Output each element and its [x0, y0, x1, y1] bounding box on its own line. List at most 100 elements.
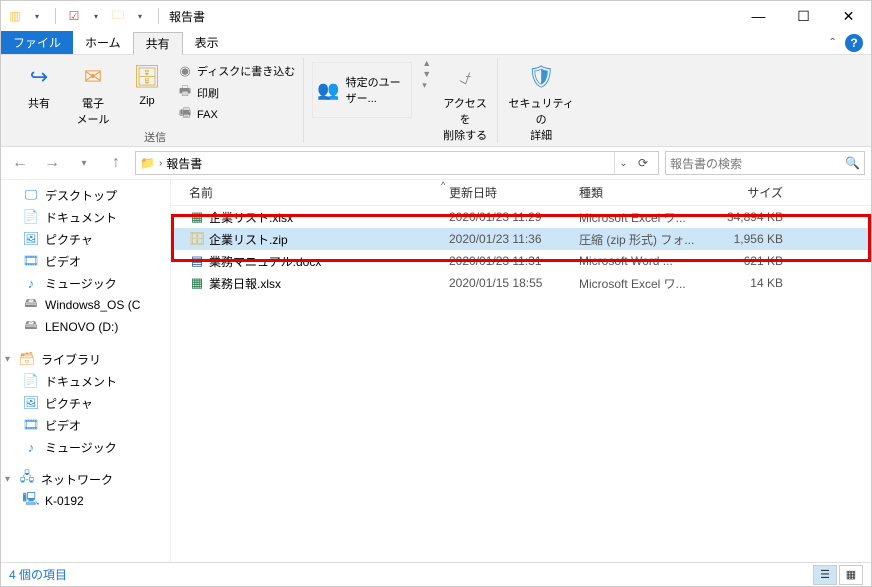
library-icon: 🗃 [19, 351, 35, 367]
file-row[interactable]: ▦業務日報.xlsx2020/01/15 18:55Microsoft Exce… [171, 272, 871, 294]
music-icon: ♪ [23, 439, 39, 455]
maximize-button[interactable]: ☐ [781, 2, 826, 31]
address-folder-icon: 📁 [140, 156, 155, 170]
email-button[interactable]: ✉ 電子 メール [69, 58, 117, 127]
shield-icon: 🛡 [525, 61, 557, 93]
write-disc-button[interactable]: ◉ ディスクに書き込む [177, 60, 295, 82]
nav-pictures[interactable]: 🖼ピクチャ [1, 228, 170, 250]
tab-view[interactable]: 表示 [183, 31, 231, 54]
fax-label: FAX [197, 109, 218, 121]
documents-icon: 📄 [23, 209, 39, 225]
close-button[interactable]: ✕ [826, 2, 871, 31]
back-button[interactable]: ← [7, 150, 33, 176]
nav-os-drive[interactable]: 🖴Windows8_OS (C [1, 294, 170, 316]
qat-checkbox-icon[interactable]: ☑ [66, 8, 82, 24]
users-icon: 👥 [317, 80, 339, 101]
file-name: 企業リスト.zip [209, 231, 288, 248]
scroll-down-icon[interactable]: ▼ [422, 69, 431, 79]
file-row[interactable]: ▤業務マニュアル.docx2020/01/23 11:31Microsoft W… [171, 250, 871, 272]
help-button[interactable]: ? [845, 34, 863, 52]
menu-bar: ファイル ホーム 共有 表示 ˆ ? [1, 31, 871, 55]
nav-lib-music[interactable]: ♪ミュージック [1, 436, 170, 458]
pictures-icon: 🖼 [23, 395, 39, 411]
nav-library[interactable]: 🗃ライブラリ [1, 348, 170, 370]
window-title: 報告書 [169, 8, 205, 25]
view-details-button[interactable]: ☰ [813, 565, 837, 585]
file-date: 2020/01/23 11:31 [441, 254, 571, 268]
file-list[interactable]: 名前 ^ 更新日時 種類 サイズ ▦企業リスト.xlsx2020/01/23 1… [171, 180, 871, 562]
specific-users-button[interactable]: 👥 特定のユーザー... [312, 62, 412, 118]
status-count: 4 個の項目 [9, 566, 67, 583]
address-bar: ← → ▾ ↑ 📁 › 報告書 ⌄ ⟳ 報告書の検索 🔍 [1, 147, 871, 179]
xls-file-icon: ▦ [189, 209, 205, 225]
desktop-icon: 🖵 [23, 187, 39, 203]
specific-users-label: 特定のユーザー... [346, 74, 408, 106]
nav-videos[interactable]: 🎞ビデオ [1, 250, 170, 272]
address-dropdown-icon[interactable]: ⌄ [614, 152, 632, 174]
tab-file[interactable]: ファイル [1, 31, 73, 54]
file-row[interactable]: 🗄企業リスト.zip2020/01/23 11:36圧縮 (zip 形式) フォ… [171, 228, 871, 250]
file-type: 圧縮 (zip 形式) フォ... [571, 231, 711, 248]
remove-access-button[interactable]: ⍻ アクセスを 削除する [441, 58, 489, 143]
file-date: 2020/01/23 11:36 [441, 232, 571, 246]
music-icon: ♪ [23, 275, 39, 291]
disc-icon: ◉ [177, 63, 193, 79]
chevron-right-icon[interactable]: › [159, 158, 162, 169]
nav-lenovo-drive[interactable]: 🖴LENOVO (D:) [1, 316, 170, 338]
file-date: 2020/01/15 18:55 [441, 276, 571, 290]
security-details-button[interactable]: 🛡 セキュリティの 詳細 [506, 58, 576, 143]
up-button[interactable]: ↑ [103, 150, 129, 176]
file-name: 業務日報.xlsx [209, 275, 281, 292]
file-size: 621 KB [711, 254, 791, 268]
fax-icon: 🖷 [177, 107, 193, 123]
nav-music[interactable]: ♪ミュージック [1, 272, 170, 294]
scroll-more-icon[interactable]: ▾ [422, 80, 431, 91]
col-date-header[interactable]: 更新日時 [441, 184, 571, 201]
fax-button[interactable]: 🖷 FAX [177, 104, 295, 126]
navigation-pane[interactable]: 🖵デスクトップ 📄ドキュメント 🖼ピクチャ 🎞ビデオ ♪ミュージック 🖴Wind… [1, 180, 171, 562]
nav-lib-pictures[interactable]: 🖼ピクチャ [1, 392, 170, 414]
col-size-header[interactable]: サイズ [711, 184, 791, 201]
refresh-button[interactable]: ⟳ [632, 152, 654, 174]
share-button[interactable]: ↪ 共有 [15, 58, 63, 111]
qat-dropdown3-icon[interactable]: ▾ [132, 8, 148, 24]
status-bar: 4 個の項目 ☰ ▦ [1, 562, 871, 586]
view-icons-button[interactable]: ▦ [839, 565, 863, 585]
nav-lib-videos[interactable]: 🎞ビデオ [1, 414, 170, 436]
recent-dropdown[interactable]: ▾ [71, 150, 97, 176]
print-button[interactable]: 🖶 印刷 [177, 82, 295, 104]
remove-access-icon: ⍻ [449, 61, 481, 93]
nav-k0192[interactable]: 🖳K-0192 [1, 490, 170, 512]
forward-button[interactable]: → [39, 150, 65, 176]
tab-home[interactable]: ホーム [73, 31, 133, 54]
nav-lib-documents[interactable]: 📄ドキュメント [1, 370, 170, 392]
address-segment[interactable]: 報告書 [166, 155, 202, 172]
file-row[interactable]: ▦企業リスト.xlsx2020/01/23 11:29Microsoft Exc… [171, 206, 871, 228]
search-input[interactable]: 報告書の検索 🔍 [665, 151, 865, 175]
zip-icon: 🗄 [131, 61, 163, 93]
ribbon-collapse-icon[interactable]: ˆ [830, 35, 835, 51]
qat-dropdown-icon[interactable]: ▾ [29, 8, 45, 24]
ribbon: ↪ 共有 ✉ 電子 メール 🗄 Zip ◉ ディスクに書き込む 🖶 印刷 [1, 55, 871, 147]
qat-folder-icon: 🗀 [110, 8, 126, 24]
qat-dropdown2-icon[interactable]: ▾ [88, 8, 104, 24]
group-send-label: 送信 [15, 129, 295, 145]
zip-button[interactable]: 🗄 Zip [123, 58, 171, 107]
scroll-up-icon[interactable]: ▲ [422, 58, 431, 68]
col-name-header[interactable]: 名前 [181, 184, 441, 201]
nav-network[interactable]: 🖧ネットワーク [1, 468, 170, 490]
tab-share[interactable]: 共有 [133, 32, 183, 55]
file-size: 14 KB [711, 276, 791, 290]
nav-desktop[interactable]: 🖵デスクトップ [1, 184, 170, 206]
pictures-icon: 🖼 [23, 231, 39, 247]
folder-icon: ▥ [7, 8, 23, 24]
address-box[interactable]: 📁 › 報告書 ⌄ ⟳ [135, 151, 659, 175]
drive-icon: 🖴 [23, 297, 39, 313]
nav-documents[interactable]: 📄ドキュメント [1, 206, 170, 228]
drive-icon: 🖴 [23, 319, 39, 335]
minimize-button[interactable]: — [736, 2, 781, 31]
file-size: 1,956 KB [711, 232, 791, 246]
doc-file-icon: ▤ [189, 253, 205, 269]
search-icon[interactable]: 🔍 [845, 156, 860, 170]
col-type-header[interactable]: 種類 [571, 184, 711, 201]
